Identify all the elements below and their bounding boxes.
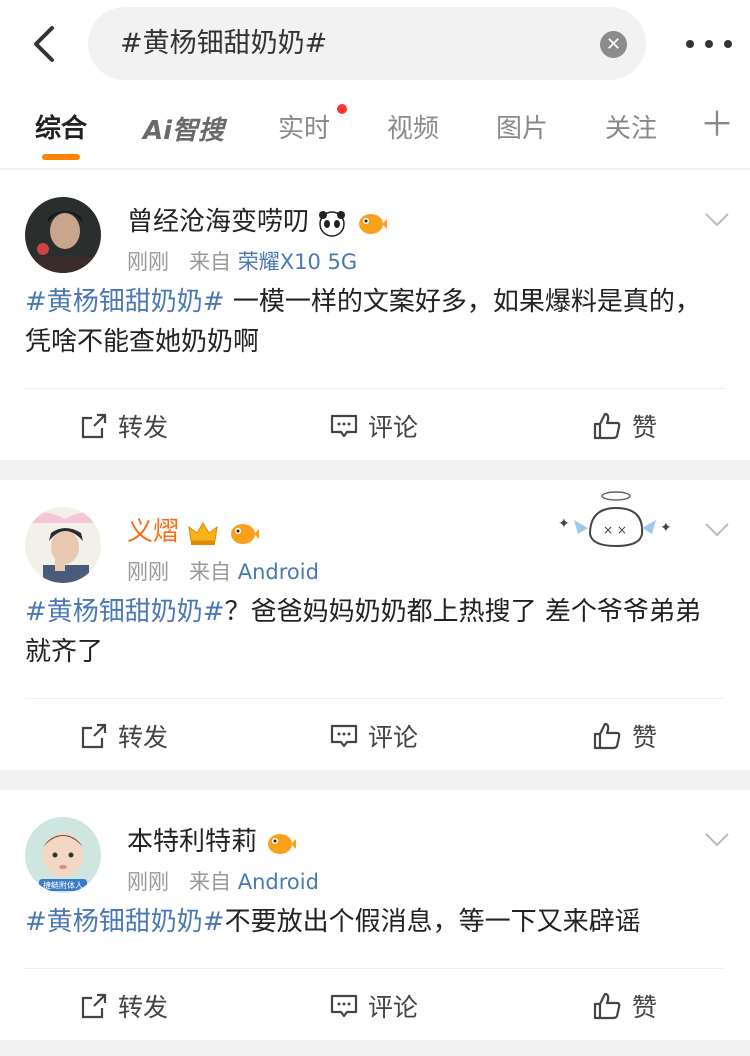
tab-realtime[interactable]: 实时 <box>278 108 330 145</box>
like-button[interactable]: 赞 <box>592 718 657 754</box>
crown-badge-icon <box>188 521 218 545</box>
comment-icon <box>330 724 358 748</box>
back-arrow-icon[interactable] <box>28 24 62 64</box>
hashtag-link[interactable]: #黄杨钿甜奶奶# <box>25 287 225 317</box>
comment-button[interactable]: 评论 <box>330 408 418 444</box>
repost-button[interactable]: 转发 <box>80 408 168 444</box>
username[interactable]: 曾经沧海变唠叨 <box>127 201 388 238</box>
hashtag-link[interactable]: #黄杨钿甜奶奶# <box>25 907 225 937</box>
like-button[interactable]: 赞 <box>592 988 657 1024</box>
new-content-dot <box>337 104 347 114</box>
chevron-down-icon[interactable] <box>704 206 730 232</box>
more-options-icon[interactable] <box>686 40 732 48</box>
divider <box>25 968 725 969</box>
username[interactable]: 本特利特莉 <box>127 821 297 858</box>
post-card: 义熠 × × ✦ ✦ 刚刚 来自 Android #黄杨钿甜奶奶#？爸爸妈妈奶奶都上… <box>0 480 750 770</box>
avatar[interactable] <box>25 197 101 273</box>
post-card: 捷鲢附体人 本特利特莉 刚刚 来自 Android #黄杨钿甜奶奶#不要放出个假… <box>0 790 750 1040</box>
divider <box>25 698 725 699</box>
angel-sticker-icon: × × ✦ ✦ <box>558 491 672 548</box>
post-card: 曾经沧海变唠叨 刚刚 来自 荣耀X10 5G #黄杨钿甜奶奶# 一模一样的文案好… <box>0 170 750 460</box>
tab-comprehensive[interactable]: 综合 <box>35 108 87 145</box>
repost-icon <box>81 413 107 439</box>
post-meta: 刚刚 来自 荣耀X10 5G <box>127 250 358 274</box>
svg-text:✦: ✦ <box>558 516 570 532</box>
avatar-caption: 捷鲢附体人 <box>43 880 83 890</box>
panda-icon <box>319 210 346 237</box>
thumbs-up-icon <box>593 722 621 750</box>
chevron-down-icon[interactable] <box>704 516 730 542</box>
svg-text:✦: ✦ <box>660 520 672 536</box>
comment-button[interactable]: 评论 <box>330 988 418 1024</box>
hashtag-link[interactable]: #黄杨钿甜奶奶# <box>25 597 225 627</box>
svg-text:× ×: × × <box>603 523 627 537</box>
post-meta: 刚刚 来自 Android <box>127 870 319 894</box>
search-input[interactable]: #黄杨钿甜奶奶# ✕ <box>88 7 646 80</box>
repost-button[interactable]: 转发 <box>80 988 168 1024</box>
avatar[interactable]: 捷鲢附体人 <box>25 817 101 893</box>
username[interactable]: 义熠 <box>127 511 260 548</box>
pufferfish-badge-icon <box>268 833 297 854</box>
clear-search-icon[interactable]: ✕ <box>600 31 627 58</box>
avatar[interactable] <box>25 507 101 583</box>
comment-icon <box>330 414 358 438</box>
pufferfish-badge-icon <box>230 523 259 544</box>
repost-icon <box>81 993 107 1019</box>
pufferfish-badge-icon <box>358 213 387 234</box>
post-text: #黄杨钿甜奶奶#？爸爸妈妈奶奶都上热搜了 差个爷爷弟弟就齐了 <box>25 597 701 667</box>
post-text: #黄杨钿甜奶奶# 一模一样的文案好多，如果爆料是真的，凭啥不能查她奶奶啊 <box>25 287 701 357</box>
divider <box>25 388 725 389</box>
top-bar: #黄杨钿甜奶奶# ✕ <box>0 0 750 90</box>
comment-button[interactable]: 评论 <box>330 718 418 754</box>
post-text: #黄杨钿甜奶奶#不要放出个假消息，等一下又来辟谣 <box>25 907 641 937</box>
tab-images[interactable]: 图片 <box>496 108 548 145</box>
comment-icon <box>330 994 358 1018</box>
thumbs-up-icon <box>593 412 621 440</box>
active-tab-indicator <box>42 154 80 160</box>
post-meta: 刚刚 来自 Android <box>127 560 319 584</box>
tab-video[interactable]: 视频 <box>387 108 439 145</box>
post-source: Android <box>237 870 319 894</box>
repost-button[interactable]: 转发 <box>80 718 168 754</box>
tab-ai-search[interactable]: Ai智搜 <box>143 110 224 147</box>
chevron-down-icon[interactable] <box>704 826 730 852</box>
search-tabs: 综合 Ai智搜 实时 视频 图片 关注 <box>0 90 750 169</box>
post-source: 荣耀X10 5G <box>237 250 358 274</box>
search-query: #黄杨钿甜奶奶# <box>120 28 328 59</box>
tab-following[interactable]: 关注 <box>605 108 657 145</box>
thumbs-up-icon <box>593 992 621 1020</box>
repost-icon <box>81 723 107 749</box>
post-source: Android <box>237 560 319 584</box>
add-tab-icon[interactable]: ＋ <box>700 108 734 142</box>
like-button[interactable]: 赞 <box>592 408 657 444</box>
